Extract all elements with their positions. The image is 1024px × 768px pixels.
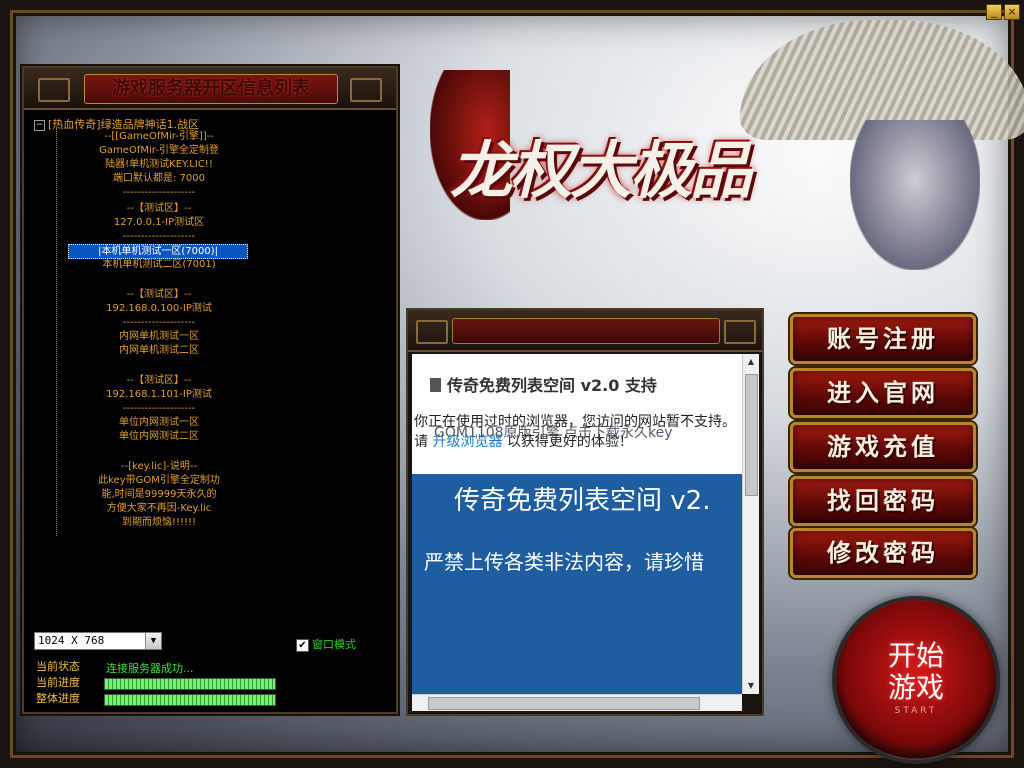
- tree-item[interactable]: 本机单机测试二区(7001): [70, 258, 248, 271]
- document-icon: [430, 378, 441, 392]
- game-logo: 龙权大极品: [430, 60, 770, 260]
- tree-item[interactable]: 内网单机测试一区: [70, 330, 248, 343]
- tree-item[interactable]: --------------------: [70, 186, 248, 199]
- news-title-text: 传奇免费列表空间 v2.0 支持: [447, 376, 657, 395]
- start-label-line-2: 游戏: [887, 671, 944, 704]
- tree-item[interactable]: --------------------: [70, 316, 248, 329]
- recharge-button[interactable]: 游戏充值: [790, 422, 976, 472]
- scroll-thumb-horizontal[interactable]: [428, 697, 700, 710]
- current-progress-label: 当前进度: [36, 676, 80, 689]
- tree-item[interactable]: --[[GameOfMir-引擎]]--: [70, 130, 248, 143]
- banner-title: 传奇免费列表空间 v2.: [454, 486, 711, 516]
- scroll-thumb[interactable]: [745, 374, 758, 496]
- current-progress-fill: [105, 679, 275, 689]
- horizontal-scrollbar[interactable]: [412, 694, 742, 711]
- logo-text: 龙权大极品: [450, 134, 752, 207]
- tree-guide-line: [56, 128, 57, 536]
- total-progress-fill: [105, 695, 275, 705]
- tree-item[interactable]: 单位内网测试一区: [70, 416, 248, 429]
- tree-item[interactable]: 端口默认都是: 7000: [70, 172, 248, 185]
- current-progress-bar: [104, 678, 276, 690]
- status-text: 连接服务器成功...: [106, 662, 194, 675]
- tree-item[interactable]: --[key.lic]-说明--: [70, 460, 248, 473]
- download-overlay-text[interactable]: GOM1108原版引擎 点击下载永久key: [434, 422, 673, 442]
- resolution-select[interactable]: 1024 X 768 ▼: [34, 632, 162, 650]
- tree-item[interactable]: 能,时间是99999天永久的: [70, 488, 248, 501]
- current-state-label: 当前状态: [36, 660, 80, 673]
- total-progress-bar: [104, 694, 276, 706]
- server-panel-title: 游戏服务器开区信息列表: [84, 74, 338, 104]
- hero-face: [850, 120, 980, 270]
- start-game-button[interactable]: 开始 游戏 START: [836, 600, 996, 760]
- corner-ornament-right: [350, 78, 382, 102]
- resolution-value: 1024 X 768: [38, 634, 105, 647]
- total-progress-label: 整体进度: [36, 692, 80, 705]
- tree-item[interactable]: 127.0.0.1-IP测试区: [70, 216, 248, 229]
- news-panel: 传奇免费列表空间 v2.0 支持 你正在使用过时的浏览器，您访问的网站暂不支持。…: [406, 308, 764, 716]
- tree-item[interactable]: 192.168.0.100-IP测试: [70, 302, 248, 315]
- start-label: 开始 游戏: [836, 640, 996, 704]
- change-password-button[interactable]: 修改密码: [790, 528, 976, 578]
- window-mode-checkbox[interactable]: ✔ 窗口模式: [296, 636, 356, 652]
- account-register-button[interactable]: 账号注册: [790, 314, 976, 364]
- tree-item[interactable]: --------------------: [70, 230, 248, 243]
- vertical-scrollbar[interactable]: ▲ ▼: [742, 354, 759, 694]
- official-site-button[interactable]: 进入官网: [790, 368, 976, 418]
- tree-item[interactable]: 192.168.1.101-IP测试: [70, 388, 248, 401]
- server-list-panel: 游戏服务器开区信息列表 − [热血传奇]绿造品牌神话1.战区 --[[GameOf…: [22, 66, 398, 714]
- checkbox-checked-icon[interactable]: ✔: [296, 638, 309, 652]
- tree-item[interactable]: GameOfMir-引擎全定制登: [70, 144, 248, 157]
- tree-item[interactable]: --【测试区】--: [70, 288, 248, 301]
- tree-item[interactable]: --【测试区】--: [70, 374, 248, 387]
- server-panel-header: 游戏服务器开区信息列表: [24, 68, 396, 110]
- tree-item[interactable]: 内网单机测试二区: [70, 344, 248, 357]
- scroll-up-icon[interactable]: ▲: [743, 354, 759, 370]
- scroll-down-icon[interactable]: ▼: [743, 678, 759, 694]
- launcher-window: _ × 龙权大极品 游戏服务器开区信息列表 − [热血传奇]绿造品牌神话1.战区 …: [0, 0, 1024, 768]
- corner-ornament-left: [416, 320, 448, 344]
- tree-item[interactable]: 单位内网测试二区: [70, 430, 248, 443]
- dropdown-arrow-icon[interactable]: ▼: [145, 633, 161, 649]
- start-label-line-1: 开始: [887, 639, 944, 672]
- corner-ornament-left: [38, 78, 70, 102]
- tree-collapse-icon[interactable]: −: [34, 119, 45, 131]
- news-webview[interactable]: 传奇免费列表空间 v2.0 支持 你正在使用过时的浏览器，您访问的网站暂不支持。…: [412, 354, 742, 694]
- tree-item[interactable]: 陆器!单机测试KEY.LIC!!: [70, 158, 248, 171]
- window-mode-label: 窗口模式: [312, 638, 356, 651]
- corner-ornament-right: [724, 320, 756, 344]
- news-panel-header: [408, 310, 762, 352]
- tree-item[interactable]: 到期而烦恼!!!!!!: [70, 516, 248, 529]
- news-title: 传奇免费列表空间 v2.0 支持: [430, 372, 657, 396]
- tree-item[interactable]: --【测试区】--: [70, 202, 248, 215]
- recover-password-button[interactable]: 找回密码: [790, 476, 976, 526]
- tree-item-selected[interactable]: |本机单机测试一区(7000)|: [68, 244, 248, 259]
- tree-item[interactable]: 方便大家不再因-Key.lic: [70, 502, 248, 515]
- tree-item[interactable]: --------------------: [70, 402, 248, 415]
- start-sublabel: START: [894, 706, 938, 716]
- tree-item[interactable]: 此key带GOM引擎全定制功: [70, 474, 248, 487]
- news-header-bar: [452, 318, 720, 344]
- banner-subtitle: 严禁上传各类非法内容，请珍惜: [424, 550, 704, 574]
